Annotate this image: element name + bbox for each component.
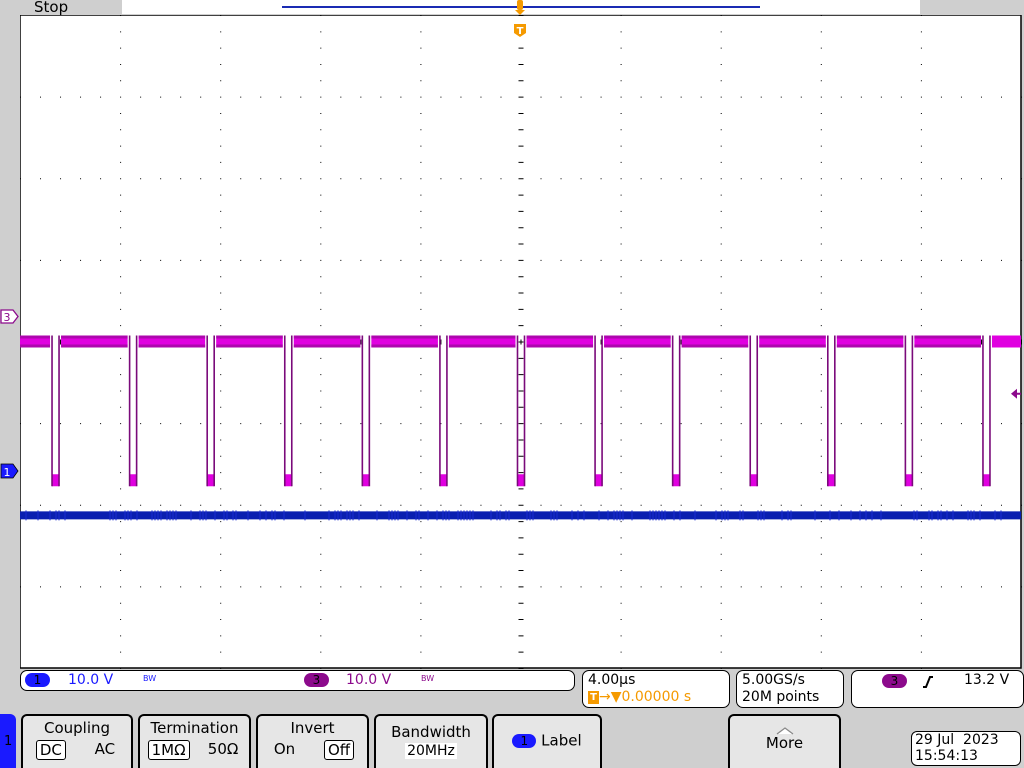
termination-title: Termination [150,719,239,737]
ch3-bandwidth-limit-icon: BW [421,674,435,683]
invert-off-option[interactable]: Off [323,740,355,760]
acquisition-status: Stop [34,0,69,16]
time: 15:54:13 [915,748,978,764]
acquisition-readout[interactable]: 5.00GS/s 20M points [736,670,844,708]
trigger-readout[interactable]: 3 13.2 V [851,670,1024,708]
svg-text:3: 3 [4,311,11,324]
date: 29 Jul 2023 [915,732,999,748]
label-text: Label [541,731,582,750]
ch1-scale: 10.0 V [68,672,114,688]
coupling-dc-option[interactable]: DC [35,740,66,760]
trigger-position-marker-top[interactable] [515,0,525,16]
termination-50ohm-option[interactable]: 50Ω [205,740,242,760]
ch1-trace [20,510,1021,521]
trigger-level: 13.2 V [964,672,1010,688]
label-button[interactable]: 1 Label [492,714,602,768]
horizontal-delay: →▼0.00000 s [599,689,692,705]
coupling-ac-option[interactable]: AC [92,740,118,760]
bandwidth-title: Bandwidth [391,723,471,741]
more-button[interactable]: More [728,714,841,768]
ch1-ground-marker[interactable]: 1 [0,463,20,479]
waveform-display[interactable]: T [20,15,1022,669]
ch3-low-pulse [439,474,447,487]
invert-on-option[interactable]: On [271,740,298,760]
rising-edge-icon [923,676,933,688]
ch3-low-pulse [284,474,292,487]
ch3-low-pulse [905,474,913,487]
channel-readout-bar[interactable]: 1 10.0 V BW 3 10.0 V BW [20,670,575,691]
ch3-low-pulse [207,474,215,487]
ch3-low-pulse [517,474,525,487]
channel-menu-tab[interactable]: 1 [0,714,16,768]
ch3-scale: 10.0 V [346,672,392,688]
ch3-low-pulse [750,474,758,487]
ch3-low-pulse [982,474,990,487]
termination-button[interactable]: Termination 1MΩ 50Ω [138,714,251,768]
coupling-button[interactable]: Coupling DC AC [21,714,133,768]
svg-text:T: T [517,26,524,37]
ch3-low-pulse [129,474,137,487]
channel-menu-tab-label: 1 [4,734,13,749]
termination-1mohm-option[interactable]: 1MΩ [147,740,190,760]
ch3-low-pulse [595,474,603,487]
sample-rate: 5.00GS/s [742,672,805,688]
bandwidth-value: 20MHz [405,743,457,759]
ch3-ground-marker[interactable]: 3 [0,309,20,324]
ch3-low-pulse [672,474,680,487]
timebase-readout[interactable]: 4.00µs T →▼0.00000 s [582,670,730,708]
trigger-icon: T [588,691,599,704]
ch3-high-segment [991,335,1021,348]
bandwidth-button[interactable]: Bandwidth 20MHz [374,714,488,768]
datetime-display: 29 Jul 2023 15:54:13 [911,731,1021,766]
ch1-bandwidth-limit-icon: BW [143,674,157,683]
ch1-badge[interactable]: 1 [25,673,50,687]
horizontal-scale: 4.00µs [588,672,636,688]
trigger-source-badge: 3 [882,674,907,688]
label-channel-badge: 1 [512,733,537,748]
svg-text:1: 1 [4,466,11,479]
more-label: More [765,734,804,752]
ch3-badge[interactable]: 3 [304,673,329,687]
ch3-low-pulse [362,474,370,487]
ch3-low-pulse [52,474,60,487]
coupling-title: Coupling [43,719,111,737]
invert-button[interactable]: Invert On Off [256,714,369,768]
record-length: 20M points [742,689,820,705]
ch3-low-pulse [827,474,835,487]
invert-title: Invert [290,719,335,737]
